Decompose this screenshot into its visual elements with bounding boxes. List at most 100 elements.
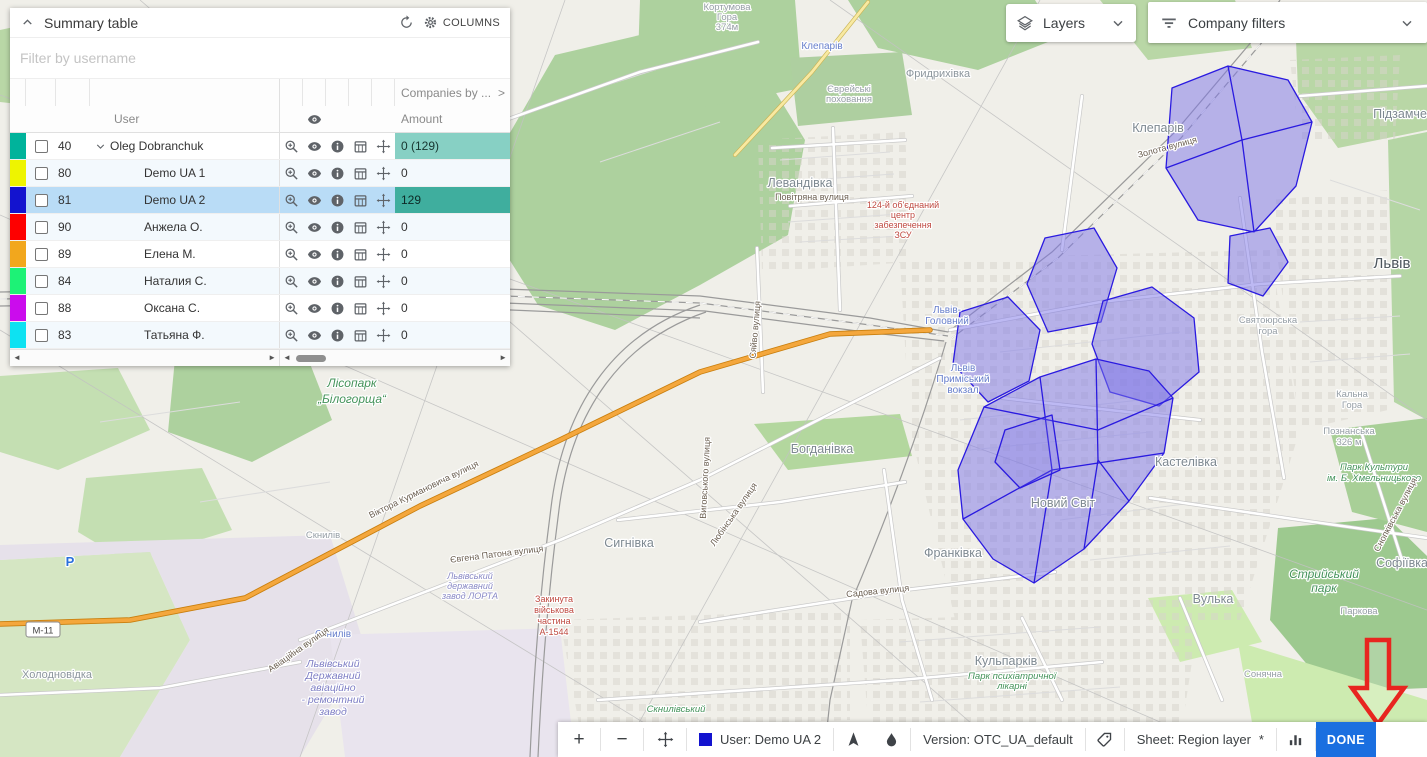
row-zoom-button[interactable] <box>280 160 303 186</box>
row-amount: 0 <box>395 160 510 186</box>
info-icon <box>330 139 345 154</box>
row-info-button[interactable] <box>326 133 349 159</box>
row-checkbox[interactable] <box>35 302 48 315</box>
style-tool-button[interactable] <box>872 722 910 757</box>
row-checkbox[interactable] <box>35 221 48 234</box>
eye-icon <box>307 193 322 208</box>
row-checkbox[interactable] <box>35 167 48 180</box>
row-center-button[interactable] <box>372 322 395 348</box>
chevron-down-icon <box>1110 15 1126 31</box>
table-row[interactable]: 89 Елена М. 0 <box>10 241 510 268</box>
table-row[interactable]: 80 Demo UA 1 0 <box>10 160 510 187</box>
row-zoom-button[interactable] <box>280 214 303 240</box>
eye-icon <box>307 247 322 262</box>
row-calendar-button[interactable] <box>349 133 372 159</box>
table-scrollbars: ◄ ► ◄ ► <box>10 349 510 366</box>
scroll-left-icon[interactable]: ◄ <box>283 354 291 362</box>
zoom-out-button[interactable]: − <box>601 722 643 757</box>
row-calendar-button[interactable] <box>349 268 372 294</box>
scroll-right-icon[interactable]: ► <box>499 354 507 362</box>
magnifier-icon <box>284 328 299 343</box>
table-row[interactable]: 90 Анжела О. 0 <box>10 214 510 241</box>
collapse-panel-icon[interactable] <box>20 15 35 30</box>
row-checkbox[interactable] <box>35 248 48 261</box>
row-center-button[interactable] <box>372 214 395 240</box>
right-pane-scrollbar[interactable]: ◄ ► <box>280 350 510 366</box>
row-checkbox[interactable] <box>35 140 48 153</box>
row-visibility-button[interactable] <box>303 268 326 294</box>
row-center-button[interactable] <box>372 187 395 213</box>
row-id: 83 <box>56 328 90 342</box>
row-visibility-button[interactable] <box>303 214 326 240</box>
row-checkbox[interactable] <box>35 275 48 288</box>
row-visibility-button[interactable] <box>303 160 326 186</box>
table-row[interactable]: 88 Оксана С. 0 <box>10 295 510 322</box>
row-amount: 0 <box>395 295 510 321</box>
row-center-button[interactable] <box>372 295 395 321</box>
company-filters-dropdown[interactable]: Company filters <box>1148 2 1427 43</box>
layers-icon <box>1016 14 1034 32</box>
filter-username-input[interactable] <box>20 47 500 69</box>
row-calendar-button[interactable] <box>349 322 372 348</box>
row-calendar-button[interactable] <box>349 241 372 267</box>
row-info-button[interactable] <box>326 322 349 348</box>
expand-columns-icon[interactable]: > <box>498 86 505 100</box>
table-row[interactable]: 83 Татьяна Ф. 0 <box>10 322 510 349</box>
company-filters-label: Company filters <box>1188 15 1389 31</box>
row-info-button[interactable] <box>326 160 349 186</box>
row-zoom-button[interactable] <box>280 187 303 213</box>
refresh-icon[interactable] <box>399 15 414 30</box>
row-visibility-button[interactable] <box>303 241 326 267</box>
layers-dropdown[interactable]: Layers <box>1006 4 1136 42</box>
row-zoom-button[interactable] <box>280 322 303 348</box>
recenter-button[interactable] <box>644 722 686 757</box>
columns-button[interactable]: COLUMNS <box>423 15 500 30</box>
sheet-item: Sheet: Region layer * <box>1125 722 1276 757</box>
info-icon <box>330 247 345 262</box>
row-info-button[interactable] <box>326 187 349 213</box>
map-label: Кальна <box>1336 389 1369 400</box>
row-center-button[interactable] <box>372 241 395 267</box>
row-amount: 0 <box>395 268 510 294</box>
row-info-button[interactable] <box>326 268 349 294</box>
row-visibility-button[interactable] <box>303 322 326 348</box>
table-row[interactable]: 81 Demo UA 2 129 <box>10 187 510 214</box>
table-row[interactable]: 84 Наталия С. 0 <box>10 268 510 295</box>
scroll-left-icon[interactable]: ◄ <box>13 354 21 362</box>
row-calendar-button[interactable] <box>349 295 372 321</box>
row-zoom-button[interactable] <box>280 241 303 267</box>
row-info-button[interactable] <box>326 295 349 321</box>
row-zoom-button[interactable] <box>280 133 303 159</box>
droplet-icon <box>883 731 900 748</box>
row-center-button[interactable] <box>372 133 395 159</box>
map-label: Фридрихівка <box>906 68 971 80</box>
done-button[interactable]: DONE <box>1316 722 1376 757</box>
row-calendar-button[interactable] <box>349 214 372 240</box>
row-visibility-button[interactable] <box>303 187 326 213</box>
row-info-button[interactable] <box>326 241 349 267</box>
scrollbar-thumb[interactable] <box>296 355 326 362</box>
chart-button[interactable] <box>1277 722 1315 757</box>
row-checkbox[interactable] <box>35 329 48 342</box>
row-calendar-button[interactable] <box>349 187 372 213</box>
row-zoom-button[interactable] <box>280 295 303 321</box>
row-zoom-button[interactable] <box>280 268 303 294</box>
row-center-button[interactable] <box>372 268 395 294</box>
zoom-in-button[interactable]: + <box>558 722 600 757</box>
layers-label: Layers <box>1043 15 1101 31</box>
row-expand-icon[interactable] <box>90 140 110 153</box>
map-label: Парк Культури <box>1340 462 1409 473</box>
table-row[interactable]: 40 Oleg Dobranchuk 0 (129) <box>10 133 510 160</box>
cursor-tool-button[interactable] <box>834 722 872 757</box>
row-checkbox[interactable] <box>35 194 48 207</box>
row-visibility-button[interactable] <box>303 133 326 159</box>
row-user: Оксана С. <box>110 301 279 315</box>
left-pane-scrollbar[interactable]: ◄ ► <box>10 350 280 366</box>
row-center-button[interactable] <box>372 160 395 186</box>
tag-button[interactable] <box>1086 722 1124 757</box>
row-visibility-button[interactable] <box>303 295 326 321</box>
map-label: Львів- <box>933 305 961 316</box>
row-calendar-button[interactable] <box>349 160 372 186</box>
scroll-right-icon[interactable]: ► <box>268 354 276 362</box>
row-info-button[interactable] <box>326 214 349 240</box>
